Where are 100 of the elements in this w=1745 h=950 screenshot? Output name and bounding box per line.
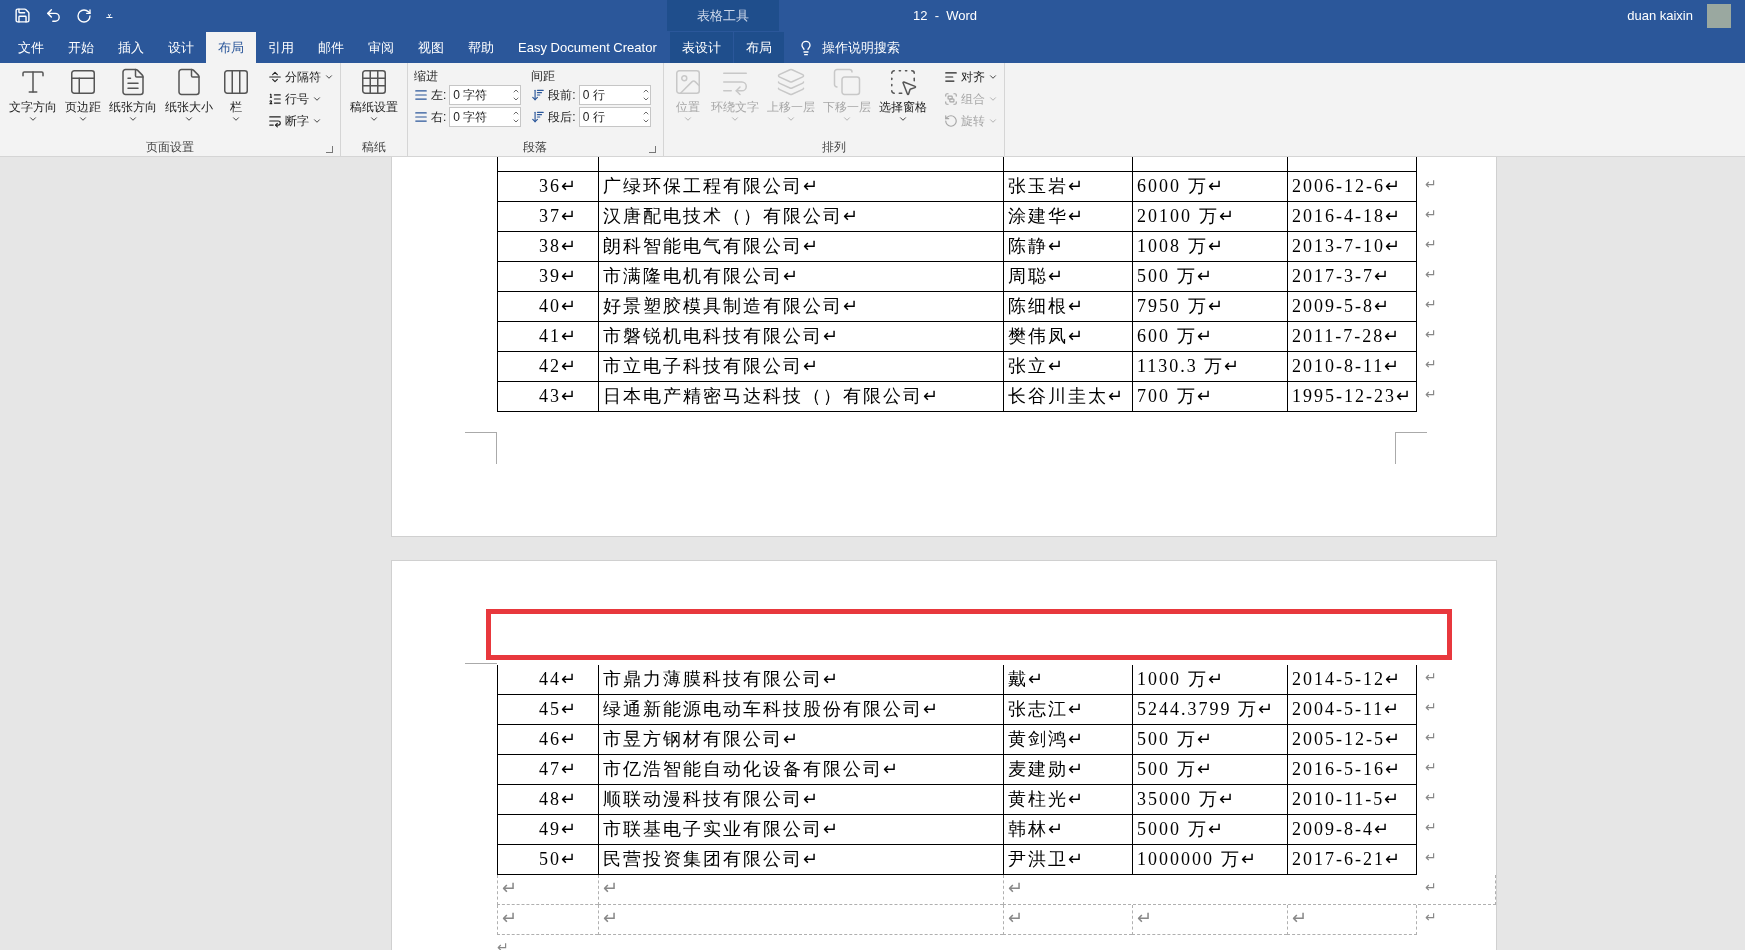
table-cell: 2009-5-8↵ <box>1287 292 1417 322</box>
spin-down-icon[interactable] <box>512 117 521 125</box>
field-label: 左: <box>431 87 447 104</box>
ribbon-button[interactable]: 栏 <box>218 67 254 138</box>
table-cell: 戴↵ <box>1003 665 1132 695</box>
table-cell: 陈细根↵ <box>1003 292 1132 322</box>
ribbon-button[interactable]: 选择窗格 <box>875 67 930 138</box>
table-cell: 700 万↵ <box>1132 382 1287 412</box>
table-cell: 2017-6-21↵ <box>1287 845 1417 875</box>
table-cell: 涂建华↵ <box>1003 202 1132 232</box>
ribbon-small-icon <box>943 70 958 84</box>
caret-icon <box>369 114 379 124</box>
caret-icon <box>729 114 740 124</box>
table-cell: 2013-7-10↵ <box>1287 232 1417 262</box>
table-cell: 20100 万↵ <box>1132 202 1287 232</box>
caret-icon <box>231 114 241 124</box>
table-cell: 市昱方钢材有限公司↵ <box>598 725 1003 755</box>
spin-field[interactable]: 0 行 <box>578 107 651 127</box>
dialog-launcher-icon[interactable] <box>326 146 333 153</box>
table-cell: 41↵ <box>497 322 598 352</box>
ribbon-small-button[interactable]: 分隔符 <box>268 67 334 87</box>
spin-field[interactable]: 0 字符 <box>449 85 522 105</box>
table-cell: 35000 万↵ <box>1132 785 1287 815</box>
table-cell: 2009-8-4↵ <box>1287 815 1417 845</box>
ribbon-tab[interactable]: 布局 <box>733 32 784 63</box>
ribbon-tab[interactable]: 布局 <box>206 32 256 63</box>
ribbon-tab[interactable]: 视图 <box>406 32 456 63</box>
redo-icon[interactable] <box>76 7 92 24</box>
paragraph-mark: ↵ <box>497 938 510 950</box>
table-cell: 1000000 万↵ <box>1132 845 1287 875</box>
table-cell: 2004-5-11↵ <box>1287 695 1417 725</box>
table-cell: 绿通新能源电动车科技股份有限公司↵ <box>598 695 1003 725</box>
table-cell: ↵ <box>598 905 1003 935</box>
table-cell: 600 万↵ <box>1132 322 1287 352</box>
ribbon-tab[interactable]: 文件 <box>6 32 56 63</box>
table-cell: 2005-12-5↵ <box>1287 725 1417 755</box>
ribbon-tab[interactable]: 引用 <box>256 32 306 63</box>
ribbon-button[interactable]: 稿纸设置 <box>347 67 401 138</box>
ribbon-tab[interactable]: Easy Document Creator <box>506 32 669 63</box>
ribbon-tab[interactable]: 设计 <box>156 32 206 63</box>
table-cell: 黄柱光↵ <box>1003 785 1132 815</box>
table-cell: 2016-4-18↵ <box>1287 202 1417 232</box>
spin-down-icon[interactable] <box>641 95 650 103</box>
spin-up-icon[interactable] <box>641 109 650 117</box>
spin-down-icon[interactable] <box>641 117 650 125</box>
ribbon-tab[interactable]: 开始 <box>56 32 106 63</box>
spin-field[interactable]: 0 行 <box>578 85 651 105</box>
ribbon-icon <box>359 67 389 97</box>
table-cell: 36↵ <box>497 172 598 202</box>
tell-me-search[interactable]: 操作说明搜索 <box>783 32 914 63</box>
ribbon-button[interactable]: 纸张大小 <box>162 67 216 138</box>
table-cell: 尹洪卫↵ <box>1003 845 1132 875</box>
row-end-mark: ↵ <box>1425 385 1437 404</box>
save-icon[interactable] <box>14 7 31 24</box>
table-cell: 44↵ <box>497 665 598 695</box>
table-cell: 2016-5-16↵ <box>1287 755 1417 785</box>
table-cell: 47↵ <box>497 755 598 785</box>
spin-up-icon[interactable] <box>641 87 650 95</box>
customize-quick-access[interactable]: ⩡ <box>106 6 113 25</box>
avatar-placeholder[interactable] <box>1707 3 1731 28</box>
table-cell: 2011-7-28↵ <box>1287 322 1417 352</box>
ribbon-tab[interactable]: 审阅 <box>356 32 406 63</box>
ribbon-tab[interactable]: 插入 <box>106 32 156 63</box>
dialog-launcher-icon[interactable] <box>648 146 656 153</box>
ribbon-small-button[interactable]: 行号 <box>268 89 334 109</box>
table-cell: 2010-8-11↵ <box>1287 352 1417 382</box>
ribbon-small-button[interactable]: 对齐 <box>943 67 998 87</box>
table-cell: ↵ <box>497 905 598 935</box>
ribbon-small-button[interactable]: 断字 <box>268 111 334 131</box>
table-cell: 市鼎力薄膜科技有限公司↵ <box>598 665 1003 695</box>
ribbon-button[interactable]: 纸张方向 <box>106 67 160 138</box>
spin-up-icon[interactable] <box>512 109 521 117</box>
undo-icon[interactable] <box>45 7 62 24</box>
ribbon-tab[interactable]: 帮助 <box>456 32 506 63</box>
row-end-mark: ↵ <box>1425 668 1437 687</box>
row-end-mark: ↵ <box>1425 908 1437 927</box>
caret-icon <box>682 114 693 124</box>
spin-field[interactable]: 0 字符 <box>449 107 522 127</box>
caret-icon <box>785 114 796 124</box>
row-end-mark: ↵ <box>1425 758 1437 777</box>
table-cell: 朗科智能电气有限公司↵ <box>598 232 1003 262</box>
table-cell: 周聪↵ <box>1003 262 1132 292</box>
ribbon-button[interactable]: 页边距 <box>62 67 104 138</box>
row-end-mark: ↵ <box>1425 698 1437 717</box>
caret-icon <box>128 114 138 124</box>
spin-down-icon[interactable] <box>512 95 521 103</box>
ribbon-tab[interactable]: 邮件 <box>306 32 356 63</box>
caret-icon <box>987 72 998 82</box>
table-cell: 500 万↵ <box>1132 755 1287 785</box>
spin-up-icon[interactable] <box>512 87 521 95</box>
row-end-mark: ↵ <box>1425 295 1437 314</box>
group-label: 排列 <box>821 139 846 156</box>
table-cell: 49↵ <box>497 815 598 845</box>
table-cell: 42↵ <box>497 352 598 382</box>
ribbon-button[interactable]: 文字方向 <box>6 67 60 138</box>
table-cell: 2017-3-7↵ <box>1287 262 1417 292</box>
ribbon-tab[interactable]: 表设计 <box>669 32 733 63</box>
table-cell: 张玉岩↵ <box>1003 172 1132 202</box>
caret-icon <box>312 94 322 104</box>
table-cell: 市立电子科技有限公司↵ <box>598 352 1003 382</box>
